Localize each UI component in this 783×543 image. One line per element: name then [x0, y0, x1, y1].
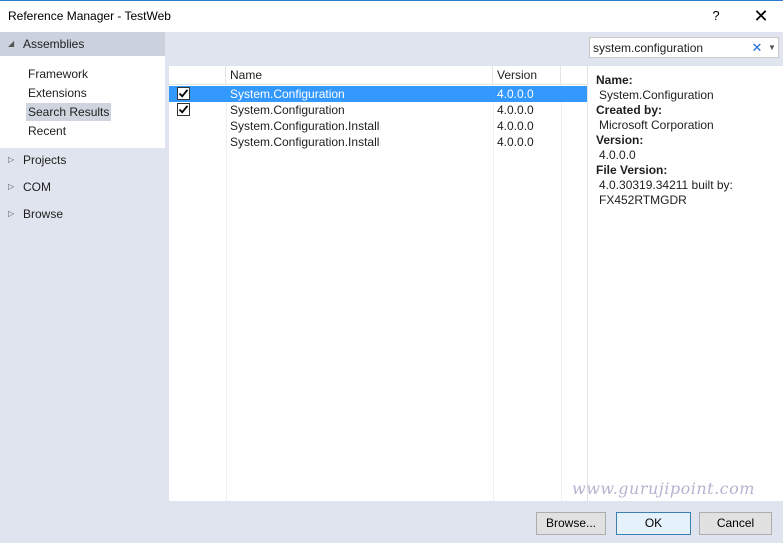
window-title: Reference Manager - TestWeb [8, 9, 171, 23]
nav-item-recent[interactable]: Recent [26, 122, 68, 140]
collapsed-arrow-icon: ▷ [8, 155, 15, 164]
version-column-header[interactable]: Version [493, 66, 561, 85]
row-checkbox[interactable] [177, 87, 190, 100]
title-bar: Reference Manager - TestWeb ? ✕ [0, 0, 783, 32]
expanded-arrow-icon: ◢ [8, 39, 15, 48]
nav-item-extensions[interactable]: Extensions [26, 84, 89, 102]
left-nav: ◢ Assemblies Framework Extensions Search… [0, 32, 165, 507]
name-column-header[interactable]: Name [226, 66, 493, 85]
detail-file-version-build: FX452RTMGDR [599, 193, 687, 207]
detail-created-label: Created by: [596, 103, 663, 117]
detail-name-label: Name: [596, 73, 633, 87]
nav-group-projects[interactable]: ▷ Projects [0, 148, 165, 172]
row-checkbox[interactable] [177, 103, 190, 116]
ok-button[interactable]: OK [616, 512, 691, 535]
nav-group-label: COM [23, 180, 51, 194]
assembly-name: System.Configuration [230, 87, 345, 101]
assembly-version: 4.0.0.0 [497, 119, 534, 133]
detail-name-value: System.Configuration [599, 88, 714, 102]
assembly-name: System.Configuration [230, 103, 345, 117]
table-row[interactable]: System.Configuration 4.0.0.0 [169, 102, 587, 118]
clear-search-icon[interactable]: ✕ [750, 38, 764, 57]
details-pane: Name: System.Configuration Created by: M… [587, 66, 783, 501]
detail-version-label: Version: [596, 133, 644, 147]
assembly-version: 4.0.0.0 [497, 87, 534, 101]
browse-button[interactable]: Browse... [536, 512, 606, 535]
collapsed-arrow-icon: ▷ [8, 182, 15, 191]
nav-group-browse[interactable]: ▷ Browse [0, 202, 165, 226]
close-button[interactable]: ✕ [749, 5, 773, 27]
detail-created-value: Microsoft Corporation [599, 118, 714, 132]
nav-group-label: Assemblies [23, 37, 85, 51]
collapsed-arrow-icon: ▷ [8, 209, 15, 218]
table-row[interactable]: System.Configuration.Install 4.0.0.0 [169, 134, 587, 150]
help-button[interactable]: ? [706, 6, 726, 26]
search-box[interactable]: ✕ ▼ [589, 37, 779, 58]
table-row[interactable]: System.Configuration.Install 4.0.0.0 [169, 118, 587, 134]
nav-group-com[interactable]: ▷ COM [0, 175, 165, 199]
detail-file-version-label: File Version: [596, 163, 668, 177]
cancel-button[interactable]: Cancel [699, 512, 772, 535]
checkbox-column-header [169, 66, 226, 85]
nav-group-assemblies[interactable]: ◢ Assemblies [0, 32, 165, 56]
nav-item-search-results[interactable]: Search Results [26, 103, 112, 121]
dialog-client: ◢ Assemblies Framework Extensions Search… [0, 32, 783, 543]
nav-group-label: Browse [23, 207, 64, 221]
list-header: Name Version [169, 66, 587, 85]
assembly-version: 4.0.0.0 [497, 135, 534, 149]
watermark-text: www.gurujipoint.com [572, 479, 755, 498]
detail-version-value: 4.0.0.0 [599, 148, 636, 162]
detail-file-version-value: 4.0.30319.34211 built by: [599, 178, 733, 192]
assemblies-sub-list: Framework Extensions Search Results Rece… [0, 56, 165, 148]
checkmark-icon [178, 105, 189, 114]
nav-group-label: Projects [23, 153, 67, 167]
table-row[interactable]: System.Configuration 4.0.0.0 [169, 86, 587, 102]
assembly-list: Name Version System.Configuration 4.0.0.… [169, 66, 587, 501]
search-dropdown-icon[interactable]: ▼ [766, 38, 778, 57]
assembly-version: 4.0.0.0 [497, 103, 534, 117]
checkmark-icon [178, 89, 189, 98]
assembly-name: System.Configuration.Install [230, 135, 380, 149]
assembly-name: System.Configuration.Install [230, 119, 380, 133]
nav-item-framework[interactable]: Framework [26, 65, 90, 83]
search-input[interactable] [593, 39, 743, 56]
